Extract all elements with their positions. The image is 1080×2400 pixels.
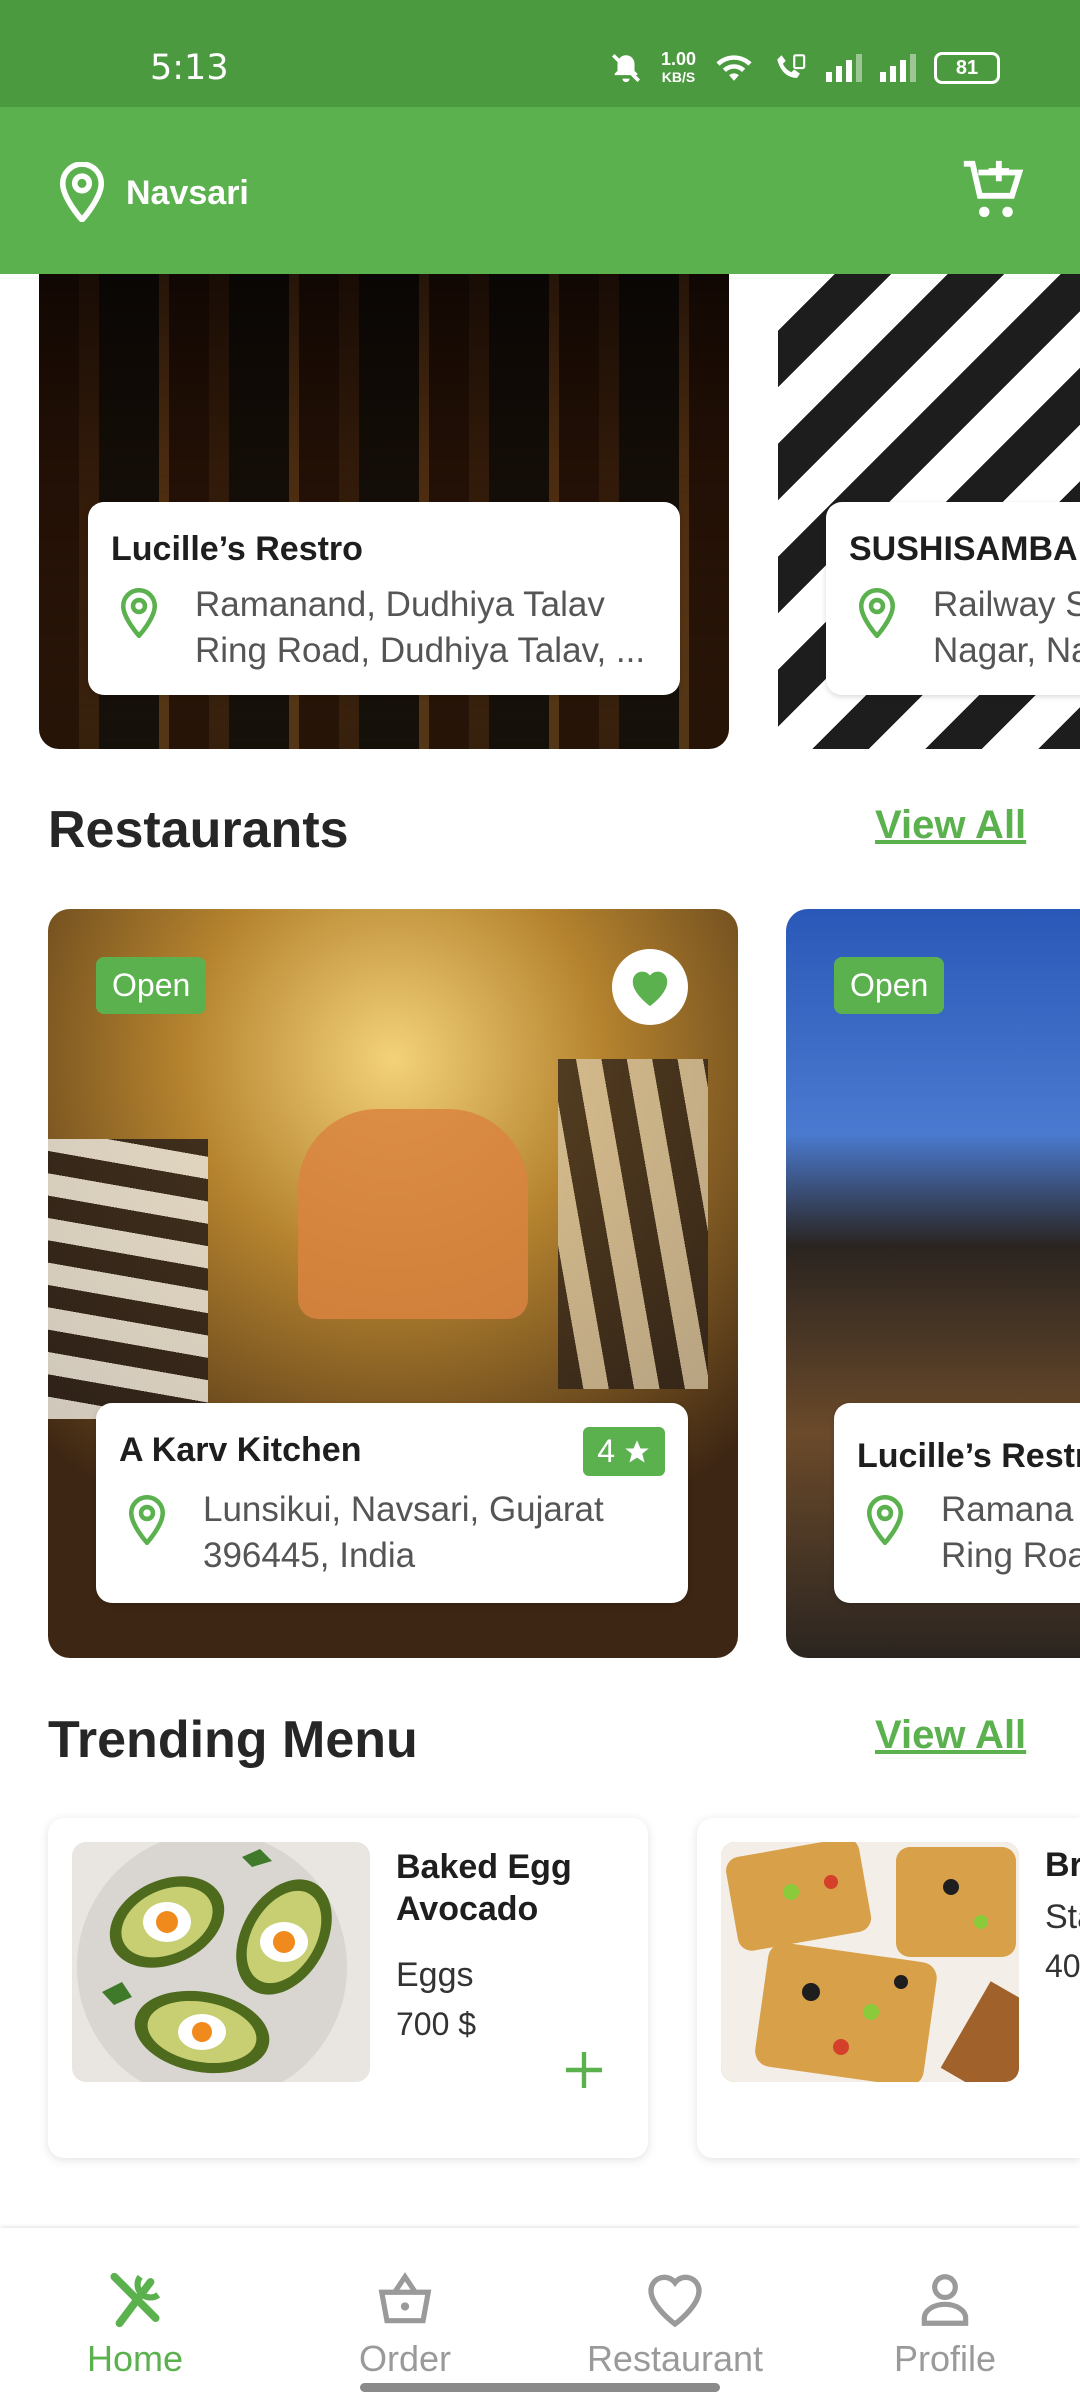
address-line-2: Nagar, Na xyxy=(933,631,1080,670)
location-name[interactable]: Navsari xyxy=(126,174,249,213)
location-pin-icon xyxy=(120,588,158,638)
address-line-2: 396445, India xyxy=(203,1536,416,1575)
address-line-1: Railway S xyxy=(933,585,1080,624)
status-icons: 1.00 KB/S 81 xyxy=(609,50,1000,86)
featured-name: Lucille’s Restro xyxy=(111,530,363,568)
photo-decoration xyxy=(298,1109,528,1319)
restaurant-name: A Karv Kitchen xyxy=(119,1431,362,1469)
restaurants-view-all-link[interactable]: View All xyxy=(875,803,1026,848)
rating-badge: 4 xyxy=(583,1427,665,1476)
photo-decoration xyxy=(558,1059,708,1389)
restaurant-name: Lucille’s Restr xyxy=(857,1437,1080,1475)
nav-item-order[interactable]: Order xyxy=(270,2228,540,2400)
status-time: 5:13 xyxy=(150,48,229,88)
address-line-1: Ramana xyxy=(941,1490,1074,1529)
menu-item-category: Sta xyxy=(1045,1898,1080,1936)
restaurant-info-box: A Karv Kitchen 4 Lunsikui, Navsari, Guja… xyxy=(96,1403,688,1603)
restaurant-info-box: Lucille’s Restr Ramana Ring Roa xyxy=(834,1403,1080,1603)
featured-info-box: SUSHISAMBA Railway S Nagar, Na xyxy=(826,502,1080,695)
menu-item-name: Br xyxy=(1045,1846,1080,1884)
featured-address: Ramanand, Dudhiya Talav Ring Road, Dudhi… xyxy=(195,582,675,674)
heart-icon xyxy=(648,2274,702,2328)
menu-item-name: Baked Egg Avocado xyxy=(396,1846,572,1930)
add-item-button[interactable] xyxy=(560,2046,608,2094)
nav-item-restaurant[interactable]: Restaurant xyxy=(540,2228,810,2400)
menu-item-photo xyxy=(72,1842,370,2082)
trending-section-title: Trending Menu xyxy=(48,1711,418,1769)
location-pin-icon xyxy=(866,1495,904,1545)
menu-item-name-line-2: Avocado xyxy=(396,1890,539,1928)
app-bar: Navsari xyxy=(0,107,1080,274)
restaurant-card[interactable]: Open Lucille’s Restr Ramana Ring Roa xyxy=(786,909,1080,1658)
address-line-1: Lunsikui, Navsari, Gujarat xyxy=(203,1490,604,1529)
bottom-navigation: Home Order Restaurant Profile xyxy=(0,2228,1080,2400)
favorite-button[interactable] xyxy=(612,949,688,1025)
address-line-2: Ring Road, Dudhiya Talav, ... xyxy=(195,631,646,670)
photo-decoration xyxy=(48,1139,208,1419)
network-speed: 1.00 KB/S xyxy=(661,50,696,86)
restaurants-section-title: Restaurants xyxy=(48,801,349,859)
menu-item-photo xyxy=(721,1842,1019,2082)
speed-value: 1.00 xyxy=(660,49,696,69)
nav-label-restaurant: Restaurant xyxy=(586,2338,764,2379)
trending-view-all-link[interactable]: View All xyxy=(875,1713,1026,1758)
featured-name: SUSHISAMBA xyxy=(849,530,1078,568)
menu-item-card[interactable]: Br Sta 40 xyxy=(697,1818,1080,2158)
featured-restaurant-card[interactable]: Lucille’s Restro Ramanand, Dudhiya Talav… xyxy=(39,274,729,749)
nav-label-profile: Profile xyxy=(893,2338,997,2379)
star-icon xyxy=(625,1439,649,1462)
fork-knife-icon xyxy=(110,2272,161,2328)
location-pin-icon xyxy=(128,1495,166,1545)
battery-indicator: 81 xyxy=(934,52,1000,84)
address-line-1: Ramanand, Dudhiya Talav xyxy=(195,585,605,624)
add-to-cart-icon[interactable] xyxy=(958,155,1028,225)
nav-item-home[interactable]: Home xyxy=(0,2228,270,2400)
avocado-illustration xyxy=(77,1842,347,2082)
restaurant-address: Lunsikui, Navsari, Gujarat 396445, India xyxy=(203,1487,673,1579)
featured-restaurant-card[interactable]: SUSHISAMBA Railway S Nagar, Na xyxy=(778,274,1080,749)
gesture-home-indicator[interactable] xyxy=(360,2383,720,2392)
nav-item-profile[interactable]: Profile xyxy=(810,2228,1080,2400)
speed-unit: KB/S xyxy=(661,69,696,85)
heart-filled-icon xyxy=(632,971,668,1007)
location-pin-icon xyxy=(858,588,896,638)
menu-item-price: 40 xyxy=(1045,1948,1080,1984)
status-bar: 5:13 1.00 KB/S 81 xyxy=(0,0,1080,107)
featured-address: Railway S Nagar, Na xyxy=(933,582,1080,674)
wifi-icon xyxy=(716,55,752,81)
featured-info-box: Lucille’s Restro Ramanand, Dudhiya Talav… xyxy=(88,502,680,695)
restaurant-address: Ramana Ring Roa xyxy=(941,1487,1080,1579)
volte-call-icon xyxy=(777,54,806,78)
person-icon xyxy=(921,2274,969,2326)
menu-item-category: Eggs xyxy=(396,1956,474,1994)
open-status-badge: Open xyxy=(96,957,207,1014)
pizza-toast-illustration xyxy=(721,1842,1019,2082)
menu-item-card[interactable]: Baked Egg Avocado Eggs 700 $ xyxy=(48,1818,648,2158)
nav-label-order: Order xyxy=(358,2338,452,2379)
location-pin-icon[interactable] xyxy=(56,162,108,222)
basket-icon xyxy=(378,2272,432,2324)
mute-icon xyxy=(611,53,640,83)
address-line-2: Ring Roa xyxy=(941,1536,1080,1575)
rating-value: 4 xyxy=(597,1433,615,1469)
menu-item-price: 700 $ xyxy=(396,2006,477,2042)
menu-item-name-line-1: Baked Egg xyxy=(396,1848,572,1886)
restaurant-card[interactable]: Open A Karv Kitchen 4 Lunsikui, Navsari,… xyxy=(48,909,738,1658)
signal-2-icon xyxy=(880,54,916,82)
nav-label-home: Home xyxy=(86,2338,184,2379)
signal-1-icon xyxy=(826,54,862,82)
open-status-badge: Open xyxy=(834,957,945,1014)
